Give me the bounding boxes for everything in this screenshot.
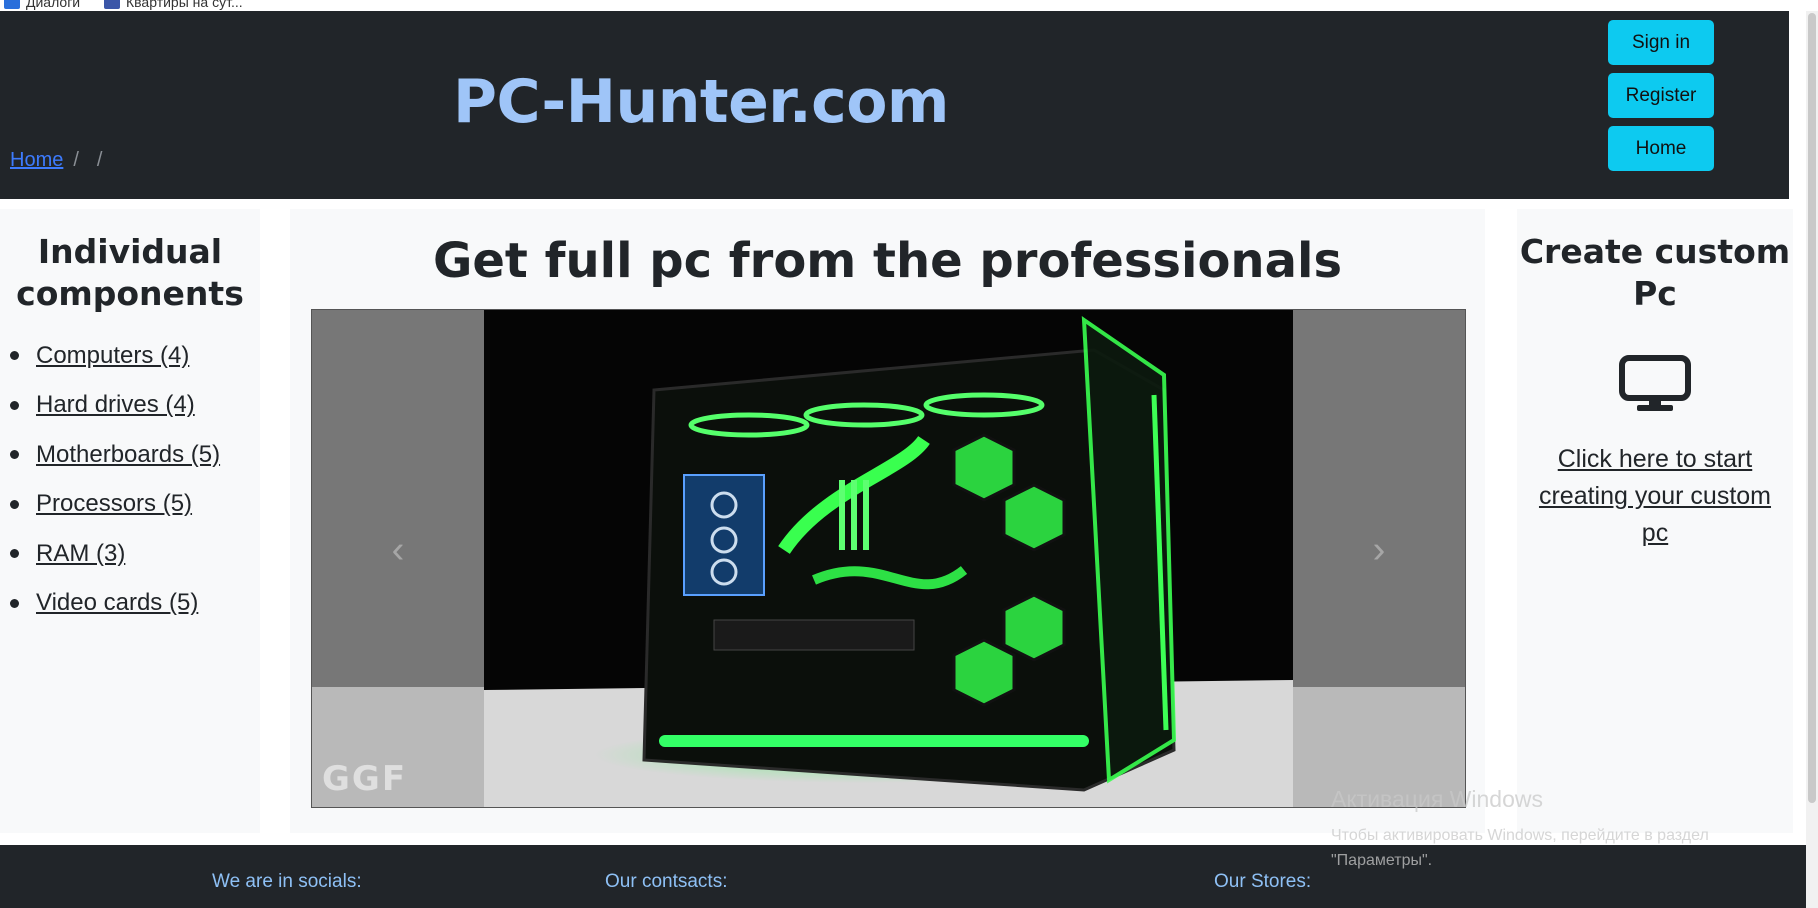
breadcrumb: Home / / <box>10 149 102 172</box>
bullet-icon <box>10 450 19 460</box>
category-link-hard-drives[interactable]: Hard drives (4) <box>36 391 195 419</box>
windows-activation-watermark: Активация Windows Чтобы активировать Win… <box>1331 786 1771 873</box>
monitor-icon <box>1619 355 1691 413</box>
pc-image <box>484 310 1294 807</box>
footer-stores: Our Stores: <box>1214 871 1312 892</box>
footer-contacts: Our contsacts: <box>605 871 728 892</box>
windows-activation-title: Активация Windows <box>1331 786 1543 812</box>
site-brand[interactable]: PC-Hunter.com <box>453 67 949 137</box>
category-link-motherboards[interactable]: Motherboards (5) <box>36 441 220 469</box>
bookmark-label: Квартиры на сут... <box>126 0 243 10</box>
list-item: Computers (4) <box>10 331 260 381</box>
components-title: Individual components <box>16 232 244 313</box>
components-list: Computers (4) Hard drives (4) Motherboar… <box>0 331 260 628</box>
sign-in-button[interactable]: Sign in <box>1608 20 1714 65</box>
list-item: RAM (3) <box>10 529 260 579</box>
bullet-icon <box>10 549 19 559</box>
bullet-icon <box>10 598 19 608</box>
breadcrumb-separator: / <box>96 149 103 171</box>
featured-title: Get full pc from the professionals <box>432 233 1343 289</box>
category-link-video-cards[interactable]: Video cards (5) <box>36 589 198 617</box>
bookmark-icon <box>104 0 120 9</box>
page-scrollbar[interactable] <box>1806 11 1818 908</box>
components-sidebar: Individual components Computers (4) Hard… <box>0 209 260 833</box>
bullet-icon <box>10 499 19 509</box>
featured-panel: Get full pc from the professionals GGF ‹… <box>290 209 1485 833</box>
start-custom-pc-link[interactable]: Click here to start creating your custom… <box>1517 441 1793 552</box>
list-item: Video cards (5) <box>10 579 260 629</box>
bookmark-apartments[interactable]: Квартиры на сут... <box>104 0 243 10</box>
list-item: Motherboards (5) <box>10 430 260 480</box>
list-item: Hard drives (4) <box>10 381 260 431</box>
breadcrumb-home-link[interactable]: Home <box>10 149 63 172</box>
register-button[interactable]: Register <box>1608 73 1714 118</box>
carousel-prev-icon[interactable]: ‹ <box>378 529 418 571</box>
site-header: PC-Hunter.com Home / / Sign in Register … <box>0 11 1789 199</box>
custom-pc-title: Create custom Pc <box>1519 232 1791 313</box>
home-button[interactable]: Home <box>1608 126 1714 171</box>
bookmark-dialogs[interactable]: Диалоги <box>4 0 80 10</box>
pc-carousel[interactable]: GGF ‹ › <box>311 309 1466 808</box>
gaming-pc-illustration <box>484 310 1294 807</box>
bookmarks-bar: Диалоги Квартиры на сут... <box>0 0 1818 11</box>
image-watermark: GGF <box>322 759 408 799</box>
bookmark-icon <box>4 0 20 9</box>
category-link-computers[interactable]: Computers (4) <box>36 342 189 370</box>
list-item: Processors (5) <box>10 480 260 530</box>
bullet-icon <box>10 400 19 410</box>
bookmark-label: Диалоги <box>26 0 81 10</box>
category-link-ram[interactable]: RAM (3) <box>36 540 125 568</box>
footer-socials: We are in socials: <box>212 871 362 892</box>
category-link-processors[interactable]: Processors (5) <box>36 490 192 518</box>
scrollbar-thumb[interactable] <box>1808 13 1816 803</box>
custom-pc-panel: Create custom Pc Click here to start cre… <box>1517 209 1793 833</box>
breadcrumb-separator: / <box>73 149 79 171</box>
main-content: Individual components Computers (4) Hard… <box>0 199 1806 835</box>
auth-buttons: Sign in Register Home <box>1608 20 1714 171</box>
carousel-next-icon[interactable]: › <box>1359 529 1399 571</box>
bullet-icon <box>10 351 19 361</box>
windows-activation-text: Чтобы активировать Windows, перейдите в … <box>1331 827 1709 869</box>
